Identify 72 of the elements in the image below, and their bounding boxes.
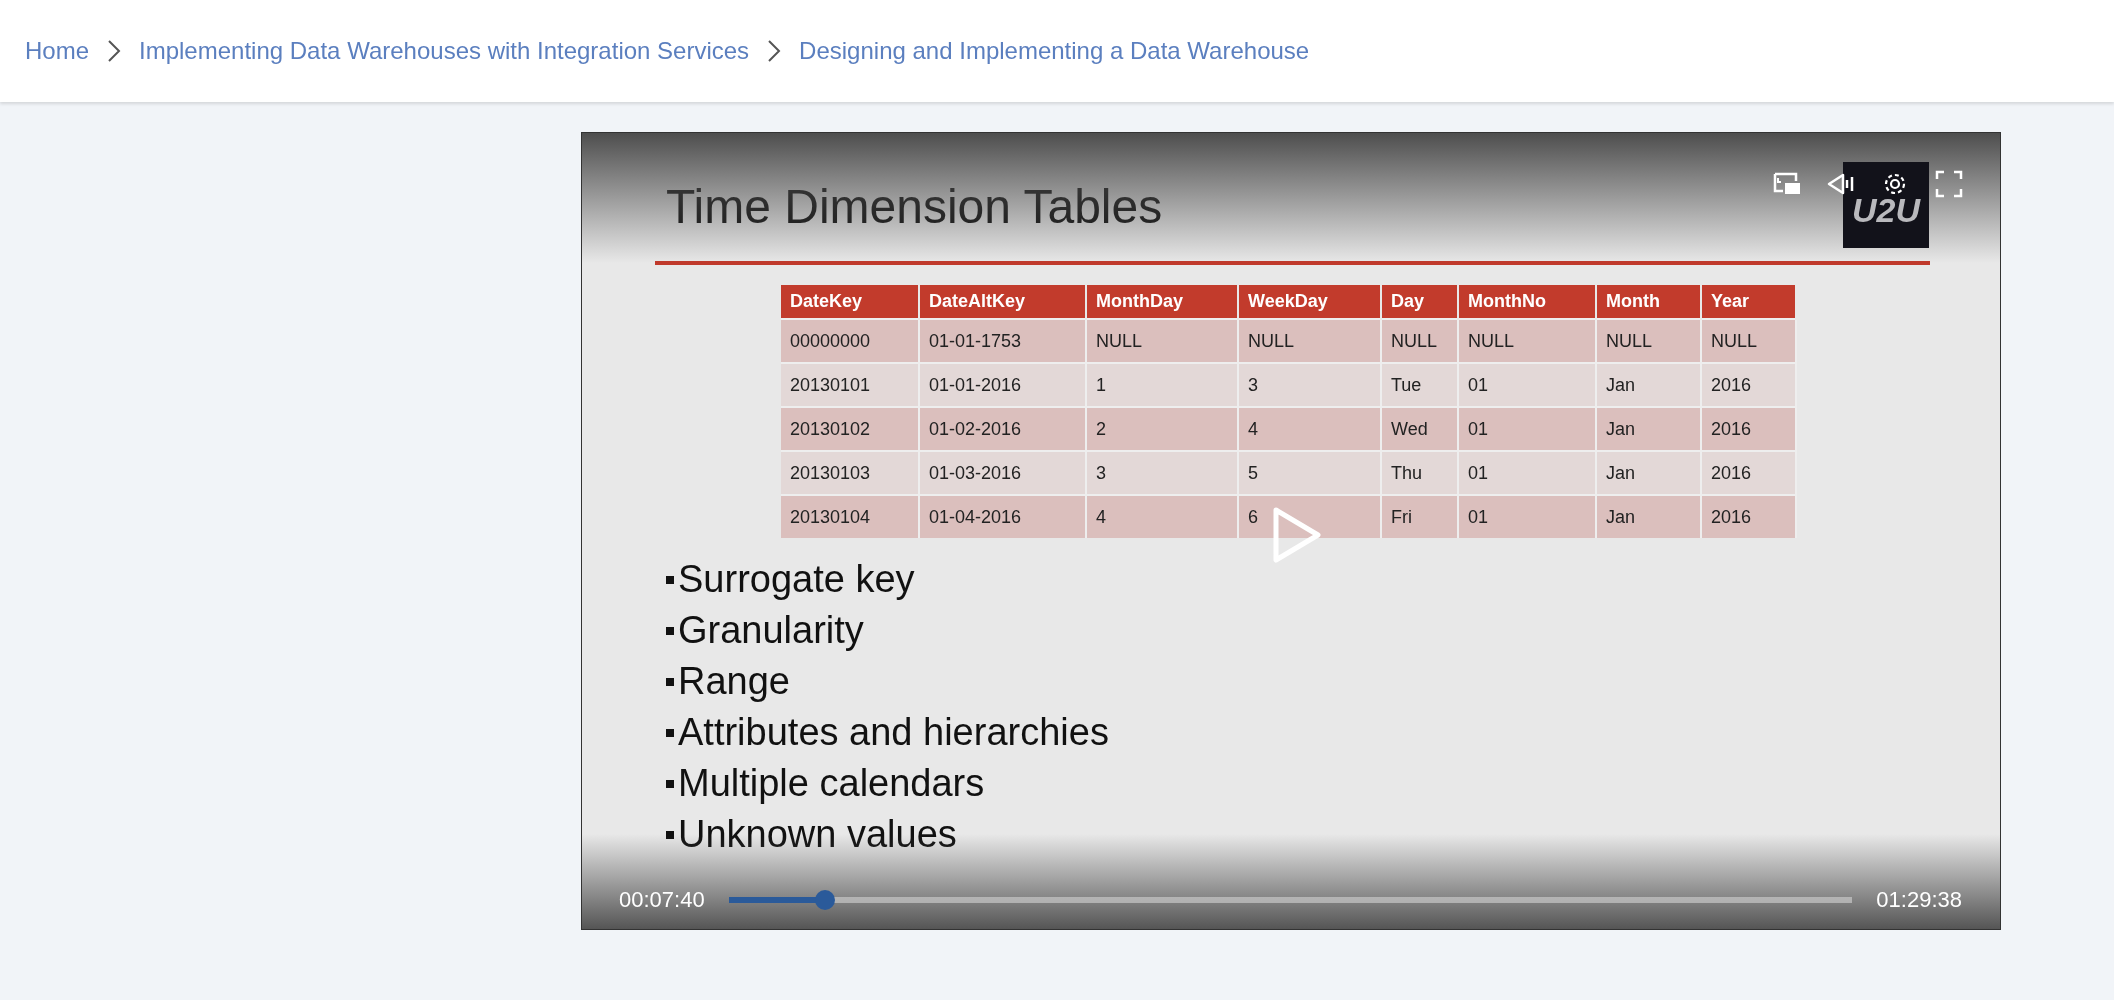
table-cell: 4 [1238,407,1381,451]
table-cell: Wed [1381,407,1458,451]
table-cell: Thu [1381,451,1458,495]
column-header: MonthNo [1458,285,1596,319]
chevron-icon [767,39,782,63]
chevron-icon [107,39,122,63]
table-cell: NULL [1458,319,1596,363]
column-header: Month [1596,285,1701,319]
slide-title: Time Dimension Tables [666,179,1163,235]
bullet-text: Range [678,660,790,703]
table-cell: Jan [1596,407,1701,451]
table-cell: 4 [1086,495,1238,538]
bullet-text: Attributes and hierarchies [678,711,1109,754]
table-cell: NULL [1381,319,1458,363]
table-cell: 01 [1458,407,1596,451]
table-cell: Jan [1596,363,1701,407]
column-header: MonthDay [1086,285,1238,319]
table-cell: 20130102 [781,407,919,451]
bullet-text: Granularity [678,609,864,652]
table-cell: 2016 [1701,451,1796,495]
column-header: DateKey [781,285,919,319]
table-cell: 01-01-2016 [919,363,1086,407]
bullet-text: Multiple calendars [678,762,985,805]
table-cell: 00000000 [781,319,919,363]
table-cell: Jan [1596,451,1701,495]
table-cell: NULL [1596,319,1701,363]
breadcrumb-link[interactable]: Designing and Implementing a Data Warehouse [799,37,1310,65]
table-cell: 2 [1086,407,1238,451]
duration: 01:29:38 [1876,887,1962,913]
table-cell: 01-02-2016 [919,407,1086,451]
progress-handle[interactable] [815,890,836,910]
table-cell: 3 [1238,363,1381,407]
column-header: Day [1381,285,1458,319]
table-cell: 01 [1458,363,1596,407]
table-cell: NULL [1086,319,1238,363]
bullet-icon [666,830,674,839]
bullet-text: Unknown values [678,813,957,856]
table-cell: 20130101 [781,363,919,407]
table-cell: 01-04-2016 [919,495,1086,538]
bullet-icon [666,575,674,584]
table-cell: Jan [1596,495,1701,538]
table-cell: 2016 [1701,363,1796,407]
table-cell: 2016 [1701,407,1796,451]
table-cell: 01-03-2016 [919,451,1086,495]
breadcrumb-link[interactable]: Home [25,37,90,65]
table-cell: 20130103 [781,451,919,495]
table-cell: NULL [1238,319,1381,363]
bullet-icon [666,626,674,635]
table-cell: 20130104 [781,495,919,538]
table-cell: 01 [1458,495,1596,538]
column-header: DateAltKey [919,285,1086,319]
table-cell: 5 [1238,451,1381,495]
table-cell: NULL [1701,319,1796,363]
column-header: WeekDay [1238,285,1381,319]
table-cell: Tue [1381,363,1458,407]
fullscreen-icon[interactable] [1934,169,1964,199]
table-cell: 6 [1238,495,1381,538]
column-header: Year [1701,285,1796,319]
bullet-text: Surrogate key [678,558,915,601]
table-cell: 3 [1086,451,1238,495]
bullet-icon [666,677,674,686]
current-time: 00:07:40 [619,887,705,913]
table-cell: 01-01-1753 [919,319,1086,363]
table-cell: 01 [1458,451,1596,495]
video-player[interactable] [581,132,2001,930]
bullet-icon [666,779,674,788]
slide-logo: U2U [1843,162,1929,248]
table-cell: Fri [1381,495,1458,538]
bullet-icon [666,728,674,737]
breadcrumb-link[interactable]: Implementing Data Warehouses with Integration Services [139,37,750,65]
table-cell: 1 [1086,363,1238,407]
table-cell: 2016 [1701,495,1796,538]
